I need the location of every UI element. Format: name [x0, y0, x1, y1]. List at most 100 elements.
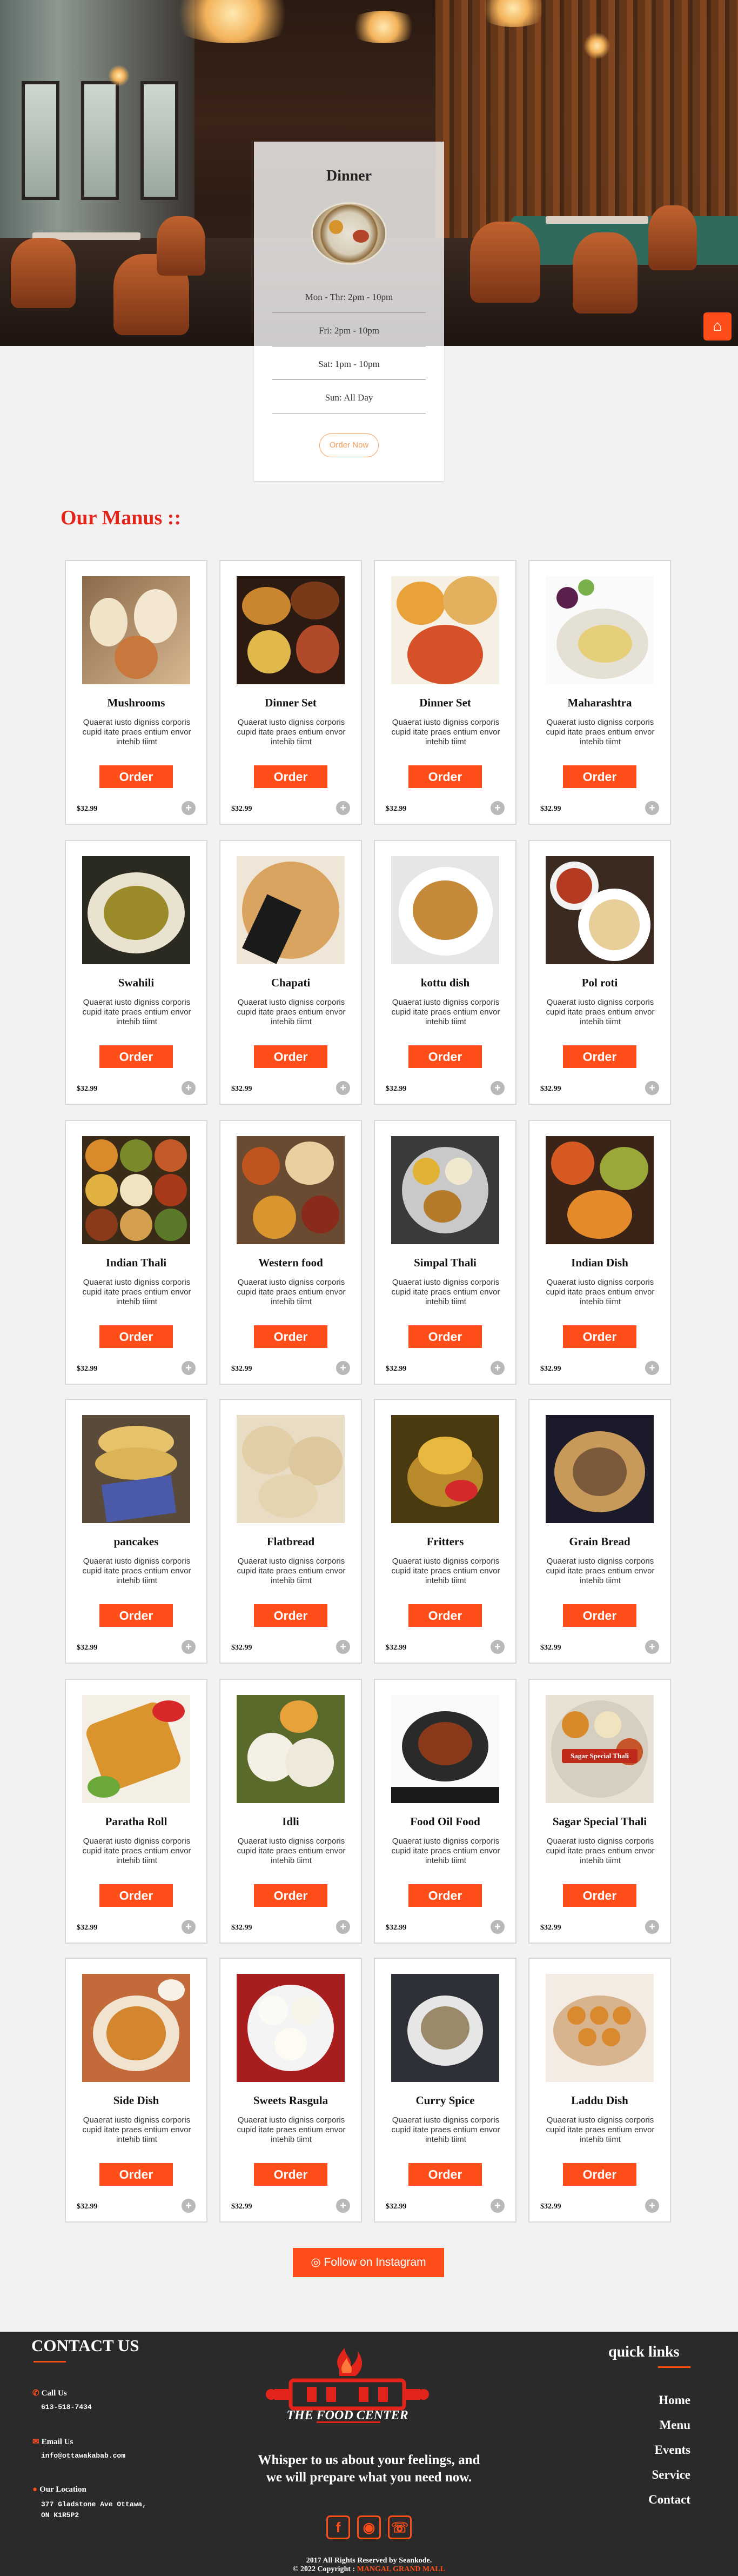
email-us-label: ✉ Email Us [32, 2438, 73, 2446]
plus-circle-icon[interactable]: + [645, 1920, 659, 1934]
menu-item-image [82, 1974, 190, 2082]
plus-circle-icon[interactable]: + [645, 2199, 659, 2213]
order-button[interactable]: Order [99, 1884, 173, 1907]
plus-circle-icon[interactable]: + [491, 2199, 505, 2213]
plus-circle-icon[interactable]: + [645, 1081, 659, 1095]
order-button[interactable]: Order [99, 2163, 173, 2186]
plus-circle-icon[interactable]: + [491, 1640, 505, 1654]
order-button[interactable]: Order [563, 1325, 636, 1348]
menu-item-image [391, 1974, 499, 2082]
menu-item-image [237, 576, 345, 684]
menu-item-image [82, 856, 190, 964]
menu-item-price: $32.99 [386, 1085, 407, 1093]
plus-circle-icon[interactable]: + [645, 1640, 659, 1654]
instagram-social-button[interactable]: ◉ [357, 2515, 381, 2539]
email-address[interactable]: info@ottawakabab.com [41, 2451, 125, 2461]
plus-circle-icon[interactable]: + [182, 1640, 196, 1654]
plus-circle-icon[interactable]: + [491, 1081, 505, 1095]
order-button[interactable]: Order [408, 2163, 482, 2186]
follow-instagram-button[interactable]: ◎ Follow on Instagram [293, 2248, 444, 2277]
order-button[interactable]: Order [254, 2163, 327, 2186]
copyright: 2017 All Rights Reserved by Seankode. © … [0, 2557, 738, 2574]
address-line-2: ON K1R5P2 [41, 2511, 79, 2519]
menu-item-name: Sweets Rasgula [253, 2094, 328, 2107]
plus-circle-icon[interactable]: + [645, 1361, 659, 1375]
order-button[interactable]: Order [99, 765, 173, 788]
menu-item-price: $32.99 [231, 1365, 252, 1373]
menu-item-name: Swahili [118, 976, 155, 989]
order-button[interactable]: Order [254, 1884, 327, 1907]
menu-card: pancakes Quaerat iusto digniss corporis c… [65, 1399, 207, 1664]
plus-circle-icon[interactable]: + [336, 1361, 350, 1375]
plus-circle-icon[interactable]: + [645, 801, 659, 815]
location-label: ● Our Location [32, 2485, 86, 2494]
schedule-fri: Fri: 2pm - 10pm [272, 325, 426, 346]
order-button[interactable]: Order [408, 1325, 482, 1348]
menu-item-price: $32.99 [77, 1644, 98, 1652]
order-button[interactable]: Order [99, 1325, 173, 1348]
order-button[interactable]: Order [563, 2163, 636, 2186]
order-button[interactable]: Order [254, 1045, 327, 1068]
menu-item-price: $32.99 [231, 1644, 252, 1652]
plus-circle-icon[interactable]: + [491, 1920, 505, 1934]
site-footer: CONTACT US ✆ Call Us 613-518-7434 ✉ Email … [0, 2332, 738, 2576]
copyright-line-1: 2017 All Rights Reserved by Seankode. [306, 2557, 432, 2565]
menu-item-price: $32.99 [540, 1924, 561, 1932]
menu-card: Grain Bread Quaerat iusto digniss corpori… [528, 1399, 671, 1664]
order-button[interactable]: Order [254, 1604, 327, 1627]
footer-link-contact[interactable]: Contact [648, 2493, 690, 2507]
menu-item-name: Paratha Roll [105, 1815, 167, 1828]
menu-item-image [391, 1695, 499, 1803]
plus-circle-icon[interactable]: + [336, 2199, 350, 2213]
plus-circle-icon[interactable]: + [182, 2199, 196, 2213]
plus-circle-icon[interactable]: + [336, 1920, 350, 1934]
menu-item-image [391, 1136, 499, 1244]
plus-circle-icon[interactable]: + [182, 801, 196, 815]
schedule-sat: Sat: 1pm - 10pm [272, 359, 426, 380]
order-button[interactable]: Order [563, 1884, 636, 1907]
food-center-logo[interactable]: THE FOOD CENTER [258, 2346, 437, 2441]
plus-circle-icon[interactable]: + [336, 801, 350, 815]
plus-circle-icon[interactable]: + [336, 1640, 350, 1654]
footer-link-events[interactable]: Events [655, 2443, 690, 2457]
phone-number[interactable]: 613-518-7434 [41, 2402, 92, 2413]
plus-circle-icon[interactable]: + [336, 1081, 350, 1095]
footer-link-home[interactable]: Home [659, 2393, 690, 2407]
order-button[interactable]: Order [408, 1045, 482, 1068]
menu-item-name: Maharashtra [567, 696, 632, 709]
order-button[interactable]: Order [99, 1045, 173, 1068]
facebook-button[interactable]: f [326, 2515, 350, 2539]
plus-circle-icon[interactable]: + [182, 1920, 196, 1934]
plus-circle-icon[interactable]: + [182, 1081, 196, 1095]
order-button[interactable]: Order [99, 1604, 173, 1627]
menu-item-description: Quaerat iusto digniss corporis cupid ita… [237, 1278, 346, 1306]
menu-item-price: $32.99 [540, 805, 561, 813]
footer-link-menu[interactable]: Menu [660, 2418, 691, 2432]
plus-circle-icon[interactable]: + [182, 1361, 196, 1375]
menu-item-description: Quaerat iusto digniss corporis cupid ita… [546, 1837, 655, 1865]
home-button[interactable]: ⌂ [703, 312, 732, 341]
order-now-button[interactable]: Order Now [319, 433, 379, 457]
order-button[interactable]: Order [408, 1884, 482, 1907]
menu-item-price: $32.99 [386, 1365, 407, 1373]
plus-circle-icon[interactable]: + [491, 1361, 505, 1375]
menu-item-description: Quaerat iusto digniss corporis cupid ita… [546, 1557, 655, 1585]
order-button[interactable]: Order [563, 1604, 636, 1627]
order-button[interactable]: Order [408, 765, 482, 788]
order-button[interactable]: Order [254, 1325, 327, 1348]
menu-item-image [237, 1695, 345, 1803]
menu-card: Sweets Rasgula Quaerat iusto digniss corp… [219, 1958, 362, 2223]
menu-item-price: $32.99 [231, 1924, 252, 1932]
plus-circle-icon[interactable]: + [491, 801, 505, 815]
order-button[interactable]: Order [254, 765, 327, 788]
order-button[interactable]: Order [563, 1045, 636, 1068]
menu-item-name: Laddu Dish [571, 2094, 628, 2107]
menu-item-price: $32.99 [386, 805, 407, 813]
menu-item-price: $32.99 [540, 1365, 561, 1373]
order-button[interactable]: Order [563, 765, 636, 788]
whatsapp-button[interactable]: ☏ [388, 2515, 412, 2539]
footer-link-service[interactable]: Service [652, 2468, 690, 2482]
copyright-brand[interactable]: MANGAL GRAND MALL [357, 2565, 445, 2573]
order-button[interactable]: Order [408, 1604, 482, 1627]
menu-item-image [237, 1415, 345, 1523]
